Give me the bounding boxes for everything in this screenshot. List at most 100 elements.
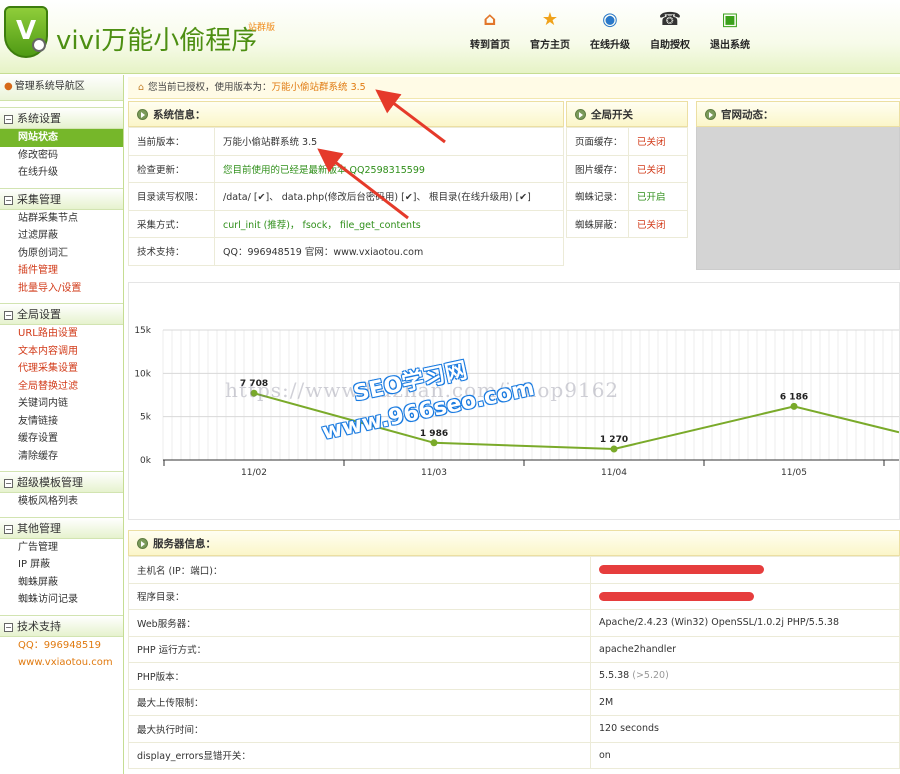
sidebar-item[interactable]: 文本内容调用 xyxy=(0,343,123,361)
sidebar-group-header[interactable]: − 采集管理 xyxy=(0,187,123,210)
collapse-icon[interactable]: − xyxy=(4,479,13,488)
nav-home[interactable]: ⌂ 转到首页 xyxy=(460,8,520,51)
row-key: 程序目录： xyxy=(128,582,591,610)
star-icon: ★ xyxy=(541,9,559,30)
nav-rss[interactable]: ▣ 退出系统 xyxy=(700,8,760,51)
official-news-body xyxy=(696,127,900,270)
sidebar-item[interactable]: 友情链接 xyxy=(0,413,123,431)
system-info-header: 系统信息： xyxy=(128,101,564,127)
support-value: QQ：996948519 官网：www.vxiaotou.com xyxy=(214,237,564,266)
phone-icon: ☎ xyxy=(658,9,682,30)
spider-log-status[interactable]: 已开启 xyxy=(628,182,688,211)
table-row: 页面缓存： 已关闭 xyxy=(566,127,688,156)
sidebar-item[interactable]: 网站状态 xyxy=(0,129,123,147)
sidebar-item[interactable]: 关键词内链 xyxy=(0,395,123,413)
arrow-circle-icon xyxy=(575,109,586,120)
table-row: 蜘蛛屏蔽： 已关闭 xyxy=(566,209,688,238)
sidebar-item[interactable]: 缓存设置 xyxy=(0,430,123,448)
sidebar-item[interactable]: 在线升级 xyxy=(0,164,123,182)
lock-icon xyxy=(32,38,46,52)
row-key: 采集方式： xyxy=(128,209,215,238)
image-cache-status[interactable]: 已关闭 xyxy=(628,154,688,183)
check-update-value[interactable]: 您目前使用的已经是最新版本 QQ2598315599 xyxy=(214,154,564,183)
sidebar-item[interactable]: 插件管理 xyxy=(0,262,123,280)
nav-globe[interactable]: ◉ 在线升级 xyxy=(580,8,640,51)
data-label: 1 270 xyxy=(600,435,628,445)
row-key: 主机名 (IP：端口)： xyxy=(128,556,591,584)
collapse-icon[interactable]: − xyxy=(4,195,13,205)
collapse-icon[interactable]: − xyxy=(4,524,13,534)
row-key: 检查更新： xyxy=(128,154,215,183)
x-tick-label: 11/03 xyxy=(421,468,447,478)
sidebar-title-text: 管理系统导航区 xyxy=(14,81,85,92)
php-version-note: (>5.20) xyxy=(632,670,669,682)
sidebar-item[interactable]: QQ：996948519 xyxy=(0,637,123,655)
data-point xyxy=(610,445,618,453)
nav-phone[interactable]: ☎ 自助授权 xyxy=(640,8,700,51)
sidebar-item[interactable]: 广告管理 xyxy=(0,539,123,557)
nav-label: 在线升级 xyxy=(590,40,630,51)
header: V vivi万能小偷程序 站群版 ⌂ 转到首页 ★ 官方主页 ◉ 在线升级 ☎ 自助授权 ▣ 退出… xyxy=(0,0,900,74)
upload-limit-value: 2M xyxy=(590,688,900,716)
table-row: 采集方式： curl_init (推荐)， fsock， file_get_con… xyxy=(128,209,564,238)
sidebar-item[interactable]: 蜘蛛访问记录 xyxy=(0,591,123,609)
y-tick-label: 10k xyxy=(134,369,151,379)
sidebar-group-header[interactable]: − 其他管理 xyxy=(0,516,123,539)
row-key: PHP 运行方式： xyxy=(128,635,591,663)
sidebar-item[interactable]: 过滤屏蔽 xyxy=(0,227,123,245)
globe-icon: ◉ xyxy=(602,9,618,30)
table-row: 目录读写权限：/data/ [✔]、 data.php(修改后台密码用) [✔]… xyxy=(128,182,564,211)
official-news-panel: 官网动态： xyxy=(696,101,900,270)
nav-label: 退出系统 xyxy=(710,40,750,51)
row-key: 技术支持： xyxy=(128,237,215,266)
official-news-header: 官网动态： xyxy=(696,101,900,127)
rss-icon: ▣ xyxy=(721,9,739,30)
nav-label: 官方主页 xyxy=(530,40,570,51)
sidebar-item[interactable]: 代理采集设置 xyxy=(0,360,123,378)
global-switch-panel: 全局开关 页面缓存： 已关闭 图片缓存： 已关闭 蜘蛛记录： 已开启 蜘蛛屏蔽： 已关闭 xyxy=(566,101,688,238)
data-point xyxy=(430,439,438,447)
display-errors-value: on xyxy=(590,741,900,769)
sidebar-item[interactable]: www.vxiaotou.com xyxy=(0,654,123,672)
sidebar-item[interactable]: URL路由设置 xyxy=(0,325,123,343)
collect-method-value: curl_init (推荐)， fsock， file_get_contents xyxy=(214,209,564,238)
collapse-icon[interactable]: − xyxy=(4,115,13,124)
sidebar-item[interactable]: 全局替换过滤 xyxy=(0,378,123,396)
sidebar-group-header[interactable]: − 超级模板管理 xyxy=(0,471,123,493)
row-key: display_errors显错开关： xyxy=(128,741,591,769)
sidebar-item[interactable]: 站群采集节点 xyxy=(0,210,123,228)
sidebar-item[interactable]: 伪原创词汇 xyxy=(0,245,123,263)
collapse-icon[interactable]: − xyxy=(4,311,13,320)
collapse-icon[interactable]: − xyxy=(4,622,13,632)
page-cache-status[interactable]: 已关闭 xyxy=(628,127,688,156)
row-key: 当前版本： xyxy=(128,127,215,156)
sidebar-item[interactable]: 模板风格列表 xyxy=(0,493,123,511)
y-tick-label: 15k xyxy=(134,326,151,336)
sidebar-group-header[interactable]: − 全局设置 xyxy=(0,303,123,325)
sidebar-item[interactable]: 批量导入/设置 xyxy=(0,280,123,298)
sidebar-item[interactable]: 修改密码 xyxy=(0,147,123,165)
spider-block-status[interactable]: 已关闭 xyxy=(628,209,688,238)
table-row: PHP版本： 5.5.38 (>5.20) xyxy=(128,662,900,690)
data-point xyxy=(790,402,798,410)
sidebar-group-label: 其他管理 xyxy=(17,521,61,535)
server-info-table: 主机名 (IP：端口)： 程序目录： Web服务器： Apache/2.4.23 … xyxy=(128,556,900,769)
php-version-value: 5.5.38 (>5.20) xyxy=(590,662,900,690)
sidebar-group-label: 系统设置 xyxy=(17,112,61,125)
table-row: 技术支持： QQ：996948519 官网：www.vxiaotou.com xyxy=(128,237,564,266)
row-key: 目录读写权限： xyxy=(128,182,215,211)
row-key: 页面缓存： xyxy=(566,127,629,156)
sidebar-group-header[interactable]: − 技术支持 xyxy=(0,614,123,637)
sidebar-item[interactable]: 清除缓存 xyxy=(0,448,123,466)
x-tick-label: 11/04 xyxy=(601,468,627,478)
sidebar-item[interactable]: 蜘蛛屏蔽 xyxy=(0,574,123,592)
php-version-number: 5.5.38 xyxy=(599,670,630,682)
data-label: 1 986 xyxy=(420,429,448,439)
sidebar-group-header[interactable]: − 系统设置 xyxy=(0,107,123,129)
arrow-circle-icon xyxy=(137,538,148,549)
row-key: 蜘蛛屏蔽： xyxy=(566,209,629,238)
global-switch-header: 全局开关 xyxy=(566,101,688,127)
nav-star[interactable]: ★ 官方主页 xyxy=(520,8,580,51)
sidebar-item[interactable]: IP 屏蔽 xyxy=(0,556,123,574)
system-info-table: 当前版本： 万能小偷站群系统 3.5 检查更新： 您目前使用的已经是最新版本 QQ2… xyxy=(128,127,564,266)
